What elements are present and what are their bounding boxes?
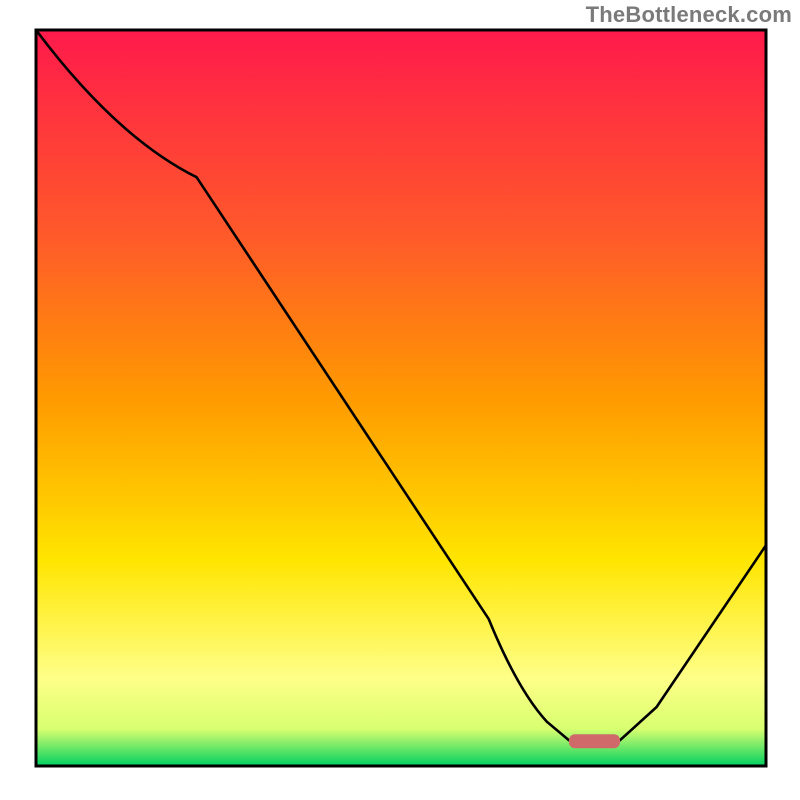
watermark-label: TheBottleneck.com: [586, 2, 792, 28]
bottleneck-chart: [0, 0, 800, 800]
optimal-range-marker: [569, 734, 620, 748]
gradient-background: [36, 30, 766, 766]
chart-container: TheBottleneck.com: [0, 0, 800, 800]
